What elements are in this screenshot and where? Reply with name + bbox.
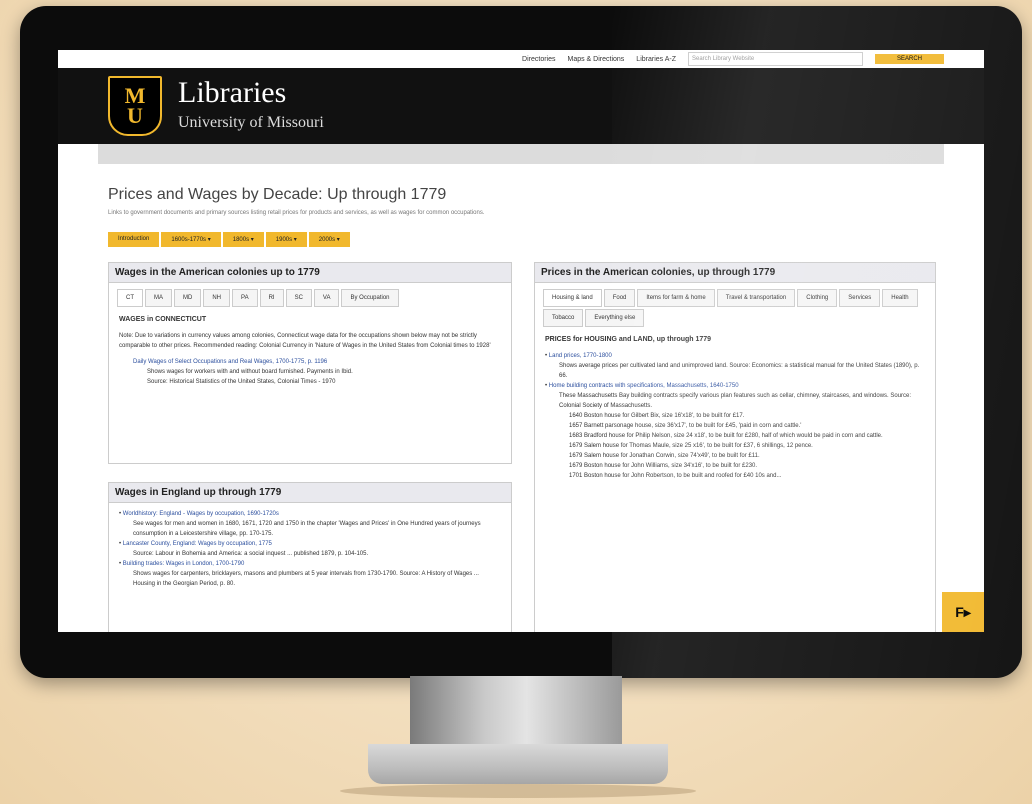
item-text: Shows average prices per cultivated land… — [559, 363, 920, 379]
wage-source: Source: Historical Statistics of the Uni… — [147, 379, 336, 385]
tab-tobacco[interactable]: Tobacco — [543, 309, 584, 327]
site-title[interactable]: Libraries — [178, 76, 286, 110]
tab-housing-land[interactable]: Housing & land — [543, 289, 602, 307]
nav-bar — [98, 144, 944, 164]
browser-screen: Directories Maps & Directions Libraries … — [58, 50, 984, 632]
util-link-maps[interactable]: Maps & Directions — [568, 56, 625, 63]
tab-items-farm-home[interactable]: Items for farm & home — [637, 289, 715, 307]
contract-item: 1640 Boston house for Gilbert Bix, size … — [569, 413, 745, 419]
tab-clothing[interactable]: Clothing — [797, 289, 838, 307]
mizzou-logo[interactable]: M U — [108, 76, 162, 136]
tab-1900s[interactable]: 1900s ▾ — [265, 232, 307, 247]
list-item: • Worldhistory: England - Wages by occup… — [119, 509, 501, 539]
tab-2000s[interactable]: 2000s ▾ — [308, 232, 350, 247]
tab-everything-else[interactable]: Everything else — [585, 309, 645, 327]
item-link[interactable]: Lancaster County, England: Wages by occu… — [123, 541, 272, 547]
search-button[interactable]: SEARCH — [874, 54, 944, 64]
monitor-stand-base — [368, 744, 668, 784]
tab-pa[interactable]: PA — [232, 289, 258, 307]
search-input[interactable]: Search Library Website — [687, 52, 863, 66]
contract-item: 1657 Barnett parsonage house, size 36'x1… — [569, 423, 802, 429]
stand-shadow — [340, 784, 696, 798]
list-item: • Lancaster County, England: Wages by oc… — [119, 539, 501, 559]
tab-by-occupation[interactable]: By Occupation — [341, 289, 399, 307]
section-heading: PRICES for HOUSING and LAND, up through … — [545, 336, 712, 343]
guide-tabs: Introduction 1600s-1770s ▾ 1800s ▾ 1900s… — [108, 232, 984, 247]
util-link-directories[interactable]: Directories — [522, 56, 555, 63]
tab-food[interactable]: Food — [603, 289, 636, 307]
note-text: Note: Due to variations in currency valu… — [119, 333, 491, 349]
panel-wages-england: Wages in England up through 1779 • World… — [108, 482, 512, 632]
tab-ma[interactable]: MA — [145, 289, 172, 307]
list-item: • Home building contracts with specifica… — [545, 381, 925, 411]
item-link[interactable]: Building trades: Wages in London, 1700-1… — [123, 561, 245, 567]
contract-item: 1679 Salem house for Thomas Maule, size … — [569, 443, 813, 449]
tab-1800s[interactable]: 1800s ▾ — [222, 232, 264, 247]
panel-prices-american: Prices in the American colonies, up thro… — [534, 262, 936, 632]
monitor-stand-neck — [410, 676, 622, 746]
wage-description: Shows wages for workers with and without… — [147, 369, 353, 375]
item-link[interactable]: Worldhistory: England - Wages by occupat… — [123, 511, 279, 517]
state-tabs: CT MA MD NH PA RI SC VA By Occupation — [109, 283, 511, 307]
tab-services[interactable]: Services — [839, 289, 881, 307]
page-subtitle: Links to government documents and primar… — [108, 210, 485, 216]
utility-bar: Directories Maps & Directions Libraries … — [58, 50, 984, 68]
wage-link[interactable]: Daily Wages of Select Occupations and Re… — [133, 359, 327, 365]
tab-ri[interactable]: RI — [259, 289, 284, 307]
panel-wages-american: Wages in the American colonies up to 177… — [108, 262, 512, 464]
list-item: • Land prices, 1770-1800 Shows average pr… — [545, 351, 925, 381]
tab-1600s-1770s[interactable]: 1600s-1770s ▾ — [161, 232, 221, 247]
tab-ct[interactable]: CT — [117, 289, 143, 307]
category-tabs: Housing & land Food Items for farm & hom… — [535, 283, 935, 327]
tab-va[interactable]: VA — [313, 289, 340, 307]
list-item: • Building trades: Wages in London, 1700… — [119, 559, 501, 589]
item-link[interactable]: Home building contracts with specificati… — [549, 383, 739, 389]
tab-travel[interactable]: Travel & transportation — [716, 289, 796, 307]
site-header: M U Libraries University of Missouri — [58, 68, 984, 144]
tab-sc[interactable]: SC — [285, 289, 312, 307]
item-text: Shows wages for carpenters, bricklayers,… — [133, 571, 479, 587]
contract-item: 1683 Bradford house for Philip Nelson, s… — [569, 433, 883, 439]
tab-md[interactable]: MD — [174, 289, 202, 307]
panel-title: Wages in England up through 1779 — [109, 483, 511, 503]
logo-letter-u: U — [127, 103, 143, 128]
tab-introduction[interactable]: Introduction — [108, 232, 160, 247]
item-link[interactable]: Land prices, 1770-1800 — [549, 353, 612, 359]
util-link-libraries-az[interactable]: Libraries A-Z — [636, 56, 676, 63]
contract-item: 1701 Boston house for John Robertson, to… — [569, 473, 782, 479]
contract-item: 1679 Boston house for John Williams, siz… — [569, 463, 758, 469]
panel-title: Prices in the American colonies, up thro… — [535, 263, 935, 283]
feedback-button[interactable]: F▸ — [942, 592, 984, 632]
tab-nh[interactable]: NH — [203, 289, 231, 307]
item-text: These Massachusetts Bay building contrac… — [559, 393, 912, 409]
monitor-frame: Directories Maps & Directions Libraries … — [20, 6, 1022, 678]
panel-title: Wages in the American colonies up to 177… — [109, 263, 511, 283]
page-title: Prices and Wages by Decade: Up through 1… — [108, 186, 447, 203]
tab-health[interactable]: Health — [882, 289, 918, 307]
site-subtitle: University of Missouri — [178, 114, 324, 131]
item-text: See wages for men and women in 1680, 167… — [133, 521, 481, 537]
section-heading: WAGES in CONNECTICUT — [119, 316, 207, 323]
contract-item: 1679 Salem house for Jonathan Corwin, si… — [569, 453, 760, 459]
item-text: Source: Labour in Bohemia and America: a… — [133, 551, 369, 557]
